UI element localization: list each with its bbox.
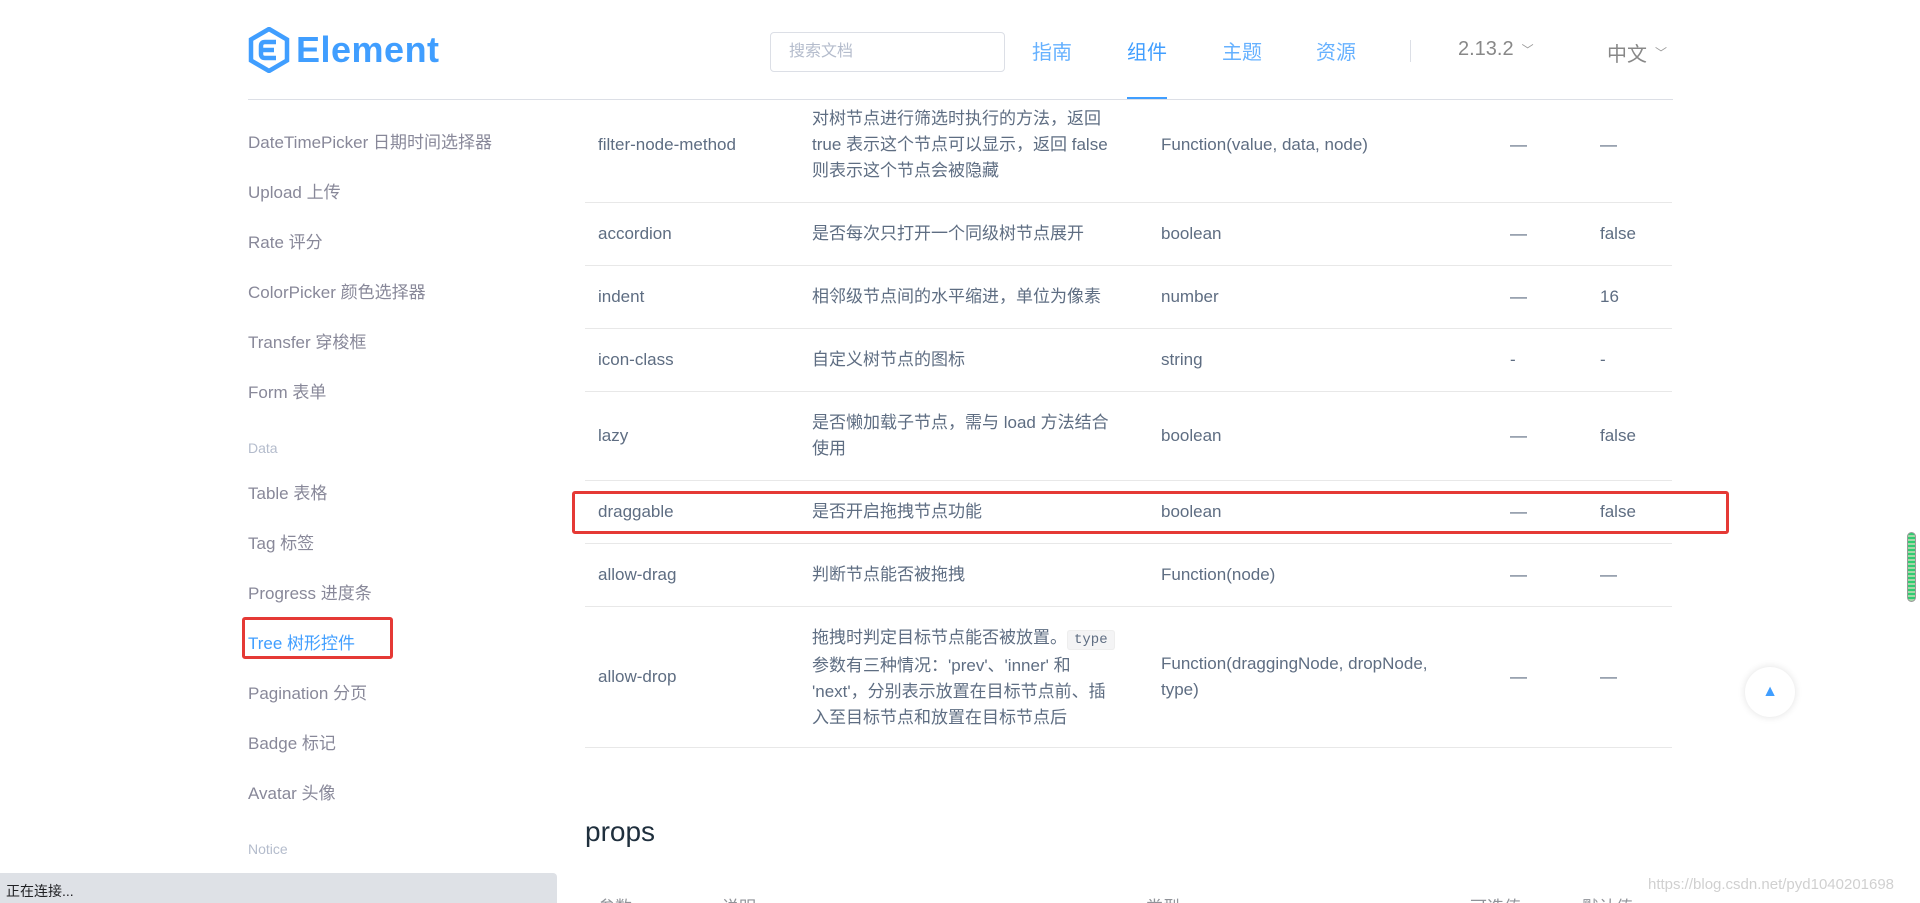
table-row: icon-class 自定义树节点的图标 string - - xyxy=(585,329,1672,392)
default-cell: - xyxy=(1600,350,1606,369)
nav-resources[interactable]: 资源 xyxy=(1316,36,1356,65)
props-header-options: 可选值 xyxy=(1470,893,1521,903)
sidebar-group-data: Data xyxy=(248,440,278,456)
param-cell: indent xyxy=(598,287,645,306)
desc-cell: 相邻级节点间的水平缩进，单位为像素 xyxy=(812,287,1101,306)
props-header-default: 默认值 xyxy=(1582,893,1633,903)
nav-divider xyxy=(1410,40,1411,62)
sidebar-item-badge[interactable]: Badge 标记 xyxy=(248,729,336,754)
default-cell: — xyxy=(1600,565,1617,584)
sidebar-item-colorpicker[interactable]: ColorPicker 颜色选择器 xyxy=(248,278,426,303)
table-row: lazy 是否懒加载子节点，需与 load 方法结合使用 boolean — f… xyxy=(585,392,1672,481)
options-cell: — xyxy=(1510,224,1527,243)
chevron-down-icon: ﹀ xyxy=(1655,46,1668,60)
type-cell: number xyxy=(1161,287,1219,306)
browser-status-bar: 正在连接... xyxy=(0,873,557,903)
param-cell: filter-node-method xyxy=(598,135,736,154)
sidebar-item-rate[interactable]: Rate 评分 xyxy=(248,228,323,253)
desc-text-after: 参数有三种情况：'prev'、'inner' 和 'next'，分别表示放置在目… xyxy=(812,656,1106,727)
param-cell: lazy xyxy=(598,426,629,445)
type-cell: Function(draggingNode, dropNode, type) xyxy=(1161,654,1428,699)
options-cell: — xyxy=(1510,565,1527,584)
desc-cell: 是否懒加载子节点，需与 load 方法结合使用 xyxy=(812,413,1109,458)
sidebar-item-progress[interactable]: Progress 进度条 xyxy=(248,579,372,604)
default-cell: — xyxy=(1600,667,1617,686)
top-header: Element 指南 组件 主题 资源 2.13.2 ﹀ 中文 ﹀ xyxy=(0,0,1920,100)
sidebar-item-transfer[interactable]: Transfer 穿梭框 xyxy=(248,328,366,353)
param-cell: accordion xyxy=(598,224,672,243)
highlight-box-sidebar xyxy=(242,617,393,659)
options-cell: — xyxy=(1510,667,1527,686)
nav-components[interactable]: 组件 xyxy=(1127,36,1167,65)
sidebar-group-notice: Notice xyxy=(248,841,288,857)
desc-cell: 是否每次只打开一个同级树节点展开 xyxy=(812,224,1084,243)
version-label: 2.13.2 xyxy=(1458,38,1514,60)
type-cell: Function(value, data, node) xyxy=(1161,135,1368,154)
default-cell: 16 xyxy=(1600,287,1619,306)
type-cell: boolean xyxy=(1161,426,1222,445)
watermark: https://blog.csdn.net/pyd1040201698 xyxy=(1648,876,1895,893)
element-logo[interactable]: Element xyxy=(248,26,440,74)
type-cell: string xyxy=(1161,350,1203,369)
inline-code: type xyxy=(1067,630,1115,650)
table-row: allow-drop 拖拽时判定目标节点能否被放置。 type 参数有三种情况：'… xyxy=(585,607,1672,748)
type-cell: Function(node) xyxy=(1161,565,1276,584)
sidebar-item-tag[interactable]: Tag 标签 xyxy=(248,529,314,554)
param-cell: icon-class xyxy=(598,350,674,369)
element-logo-icon xyxy=(248,27,290,73)
status-text: 正在连接... xyxy=(6,883,74,899)
sidebar-item-form[interactable]: Form 表单 xyxy=(248,378,326,403)
desc-cell: 拖拽时判定目标节点能否被放置。 type 参数有三种情况：'prev'、'inne… xyxy=(812,625,1122,731)
sidebar-item-datetimepicker[interactable]: DateTimePicker 日期时间选择器 xyxy=(248,128,492,153)
back-to-top-button[interactable]: ▲ xyxy=(1745,667,1795,717)
desc-text-before: 拖拽时判定目标节点能否被放置。 xyxy=(812,628,1067,647)
props-header-param: 参数 xyxy=(598,893,632,903)
options-cell: - xyxy=(1510,350,1516,369)
search-input[interactable] xyxy=(770,32,1005,72)
chevron-down-icon: ﹀ xyxy=(1521,43,1534,57)
props-heading: props xyxy=(585,816,656,847)
desc-cell: 自定义树节点的图标 xyxy=(812,350,965,369)
default-cell: — xyxy=(1600,135,1617,154)
type-cell: boolean xyxy=(1161,224,1222,243)
nav-guide[interactable]: 指南 xyxy=(1032,36,1072,65)
options-cell: — xyxy=(1510,426,1527,445)
language-label: 中文 xyxy=(1607,44,1647,66)
language-dropdown[interactable]: 中文 ﹀ xyxy=(1607,38,1667,67)
nav-theme[interactable]: 主题 xyxy=(1222,36,1262,65)
scrollbar-thumb[interactable] xyxy=(1907,532,1916,602)
options-cell: — xyxy=(1510,135,1527,154)
param-cell: allow-drag xyxy=(598,565,677,584)
param-cell: allow-drop xyxy=(598,667,677,686)
sidebar-item-table[interactable]: Table 表格 xyxy=(248,479,327,504)
default-cell: false xyxy=(1600,426,1636,445)
default-cell: false xyxy=(1600,224,1636,243)
table-row: indent 相邻级节点间的水平缩进，单位为像素 number — 16 xyxy=(585,266,1672,329)
version-dropdown[interactable]: 2.13.2 ﹀ xyxy=(1458,38,1534,61)
table-row: filter-node-method 对树节点进行筛选时执行的方法，返回 tru… xyxy=(585,100,1672,203)
props-header-desc: 说明 xyxy=(722,893,756,903)
desc-cell: 对树节点进行筛选时执行的方法，返回 true 表示这个节点可以显示，返回 fal… xyxy=(812,109,1108,180)
caret-up-icon: ▲ xyxy=(1762,683,1778,700)
highlight-box-draggable-row xyxy=(572,491,1729,534)
props-header-type: 类型 xyxy=(1146,893,1180,903)
sidebar-item-avatar[interactable]: Avatar 头像 xyxy=(248,779,336,804)
logo-text: Element xyxy=(296,29,440,70)
sidebar-item-pagination[interactable]: Pagination 分页 xyxy=(248,679,367,704)
desc-cell: 判断节点能否被拖拽 xyxy=(812,565,965,584)
options-cell: — xyxy=(1510,287,1527,306)
table-row: accordion 是否每次只打开一个同级树节点展开 boolean — fal… xyxy=(585,203,1672,266)
table-row: allow-drag 判断节点能否被拖拽 Function(node) — — xyxy=(585,544,1672,607)
sidebar-item-upload[interactable]: Upload 上传 xyxy=(248,178,341,203)
